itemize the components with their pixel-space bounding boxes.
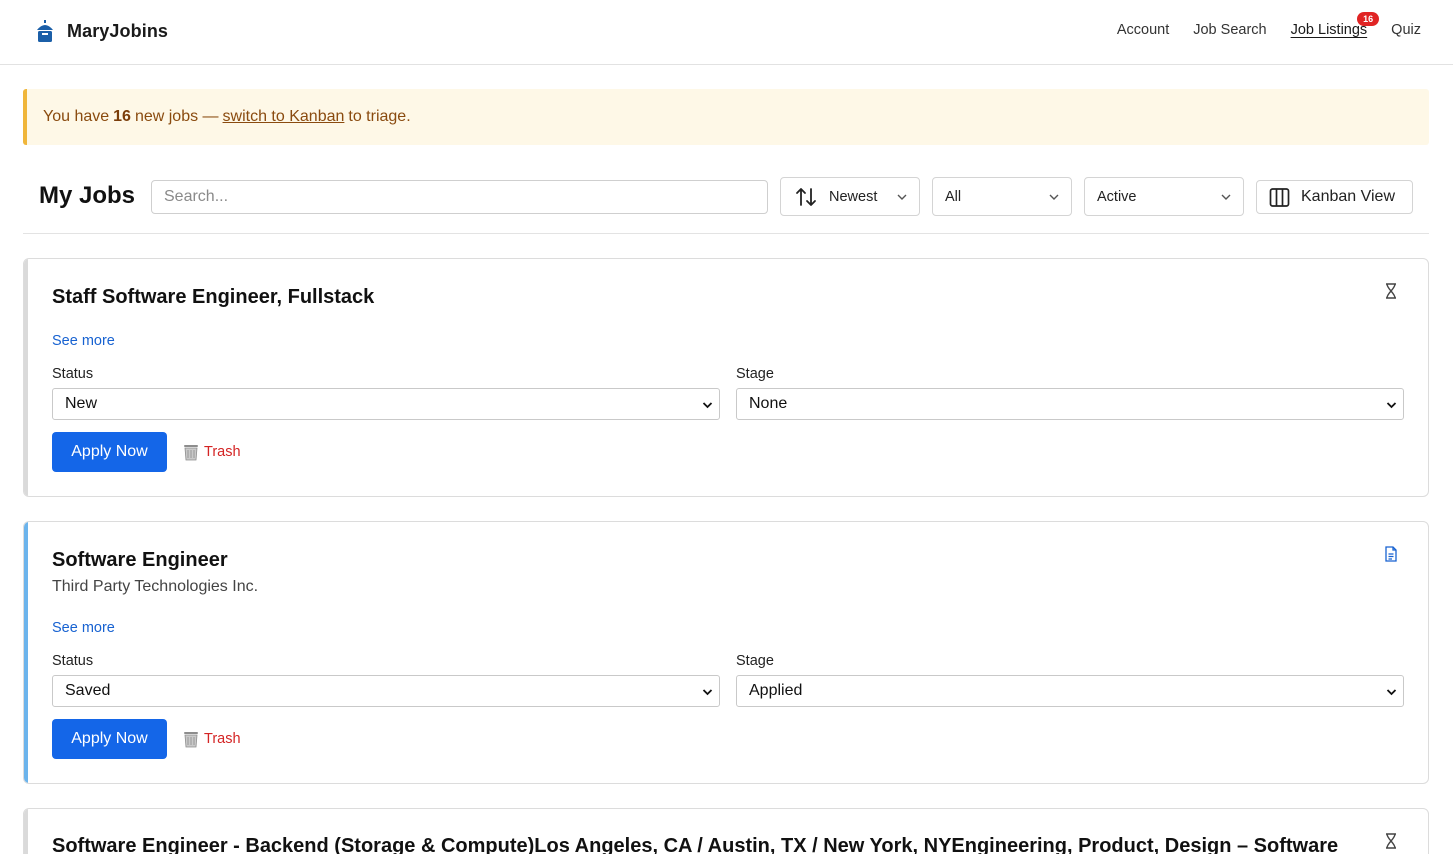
sort-dropdown[interactable]: Newest [780,177,920,216]
trash-button[interactable]: Trash [182,730,241,748]
state-filter-dropdown[interactable]: Active [1084,177,1244,216]
jobs-toolbar: My Jobs Newest All Active Kanban View [23,172,1429,234]
apply-now-button[interactable]: Apply Now [52,719,167,759]
see-more-link[interactable]: See more [52,620,115,636]
apply-now-button[interactable]: Apply Now [52,432,167,472]
page-title: My Jobs [39,182,136,209]
chevron-down-icon [1386,402,1397,409]
new-jobs-banner: You have 16 new jobs — switch to Kanban … [23,89,1429,145]
chevron-down-icon [897,194,907,200]
stage-label: Stage [736,653,774,669]
nav-quiz[interactable]: Quiz [1391,22,1421,38]
trash-button[interactable]: Trash [182,443,241,461]
kanban-view-label: Kanban View [1301,188,1395,205]
see-more-link[interactable]: See more [52,333,115,349]
job-title: Software Engineer - Backend (Storage & C… [52,835,1339,854]
new-jobs-badge: 16 [1357,12,1380,26]
job-title: Staff Software Engineer, Fullstack [52,286,375,308]
job-card: Software Engineer Third Party Technologi… [23,521,1429,784]
chevron-down-icon [1049,194,1059,200]
job-card: Software Engineer - Backend (Storage & C… [23,808,1429,854]
status-value: New [65,395,98,412]
status-value: Saved [65,682,111,699]
hourglass-icon [1386,833,1396,849]
type-filter-value: All [945,188,962,205]
chevron-down-icon [1386,689,1397,696]
columns-icon [1269,187,1290,207]
stage-value: Applied [749,682,803,699]
wastebasket-icon [184,445,198,461]
trash-label: Trash [204,444,241,460]
nav-account[interactable]: Account [1117,22,1169,38]
banner-suffix: to triage. [348,108,411,125]
document-icon[interactable] [1384,546,1398,562]
status-select[interactable]: Saved [52,675,720,707]
banner-prefix: You have [43,108,110,125]
sort-arrows-icon [796,187,816,206]
state-filter-value: Active [1097,188,1137,205]
brand[interactable]: MaryJobins [36,19,168,43]
banner-count: 16 [113,108,131,125]
company-name: Third Party Technologies Inc. [52,578,259,595]
nav-job-search[interactable]: Job Search [1193,22,1266,38]
sort-value: Newest [829,188,878,205]
hourglass-icon [1386,283,1396,299]
type-filter-dropdown[interactable]: All [932,177,1072,216]
banner-middle: new jobs — [134,108,219,125]
trash-label: Trash [204,731,241,747]
nav-job-listings-label: Job Listings [1290,22,1368,38]
stage-label: Stage [736,366,774,382]
status-label: Status [52,366,94,382]
stage-value: None [749,395,788,412]
search-input[interactable] [151,180,768,214]
stage-select[interactable]: Applied [736,675,1404,707]
nav-job-listings[interactable]: Job Listings 16 [1290,12,1380,38]
umbrella-logo-icon [37,20,53,42]
chevron-down-icon [702,402,713,409]
brand-name: MaryJobins [67,20,169,41]
job-card: Staff Software Engineer, Fullstack See m… [23,258,1429,497]
switch-to-kanban-link[interactable]: switch to Kanban [223,108,345,126]
status-label: Status [52,653,94,669]
status-select[interactable]: New [52,388,720,420]
chevron-down-icon [1221,194,1231,200]
main-nav: Account Job Search Job Listings 16 Quiz [1117,12,1421,38]
stage-select[interactable]: None [736,388,1404,420]
chevron-down-icon [702,689,713,696]
top-header: MaryJobins Account Job Search Job Listin… [0,0,1453,65]
job-title: Software Engineer [52,549,228,571]
kanban-view-button[interactable]: Kanban View [1256,180,1413,214]
wastebasket-icon [184,732,198,748]
